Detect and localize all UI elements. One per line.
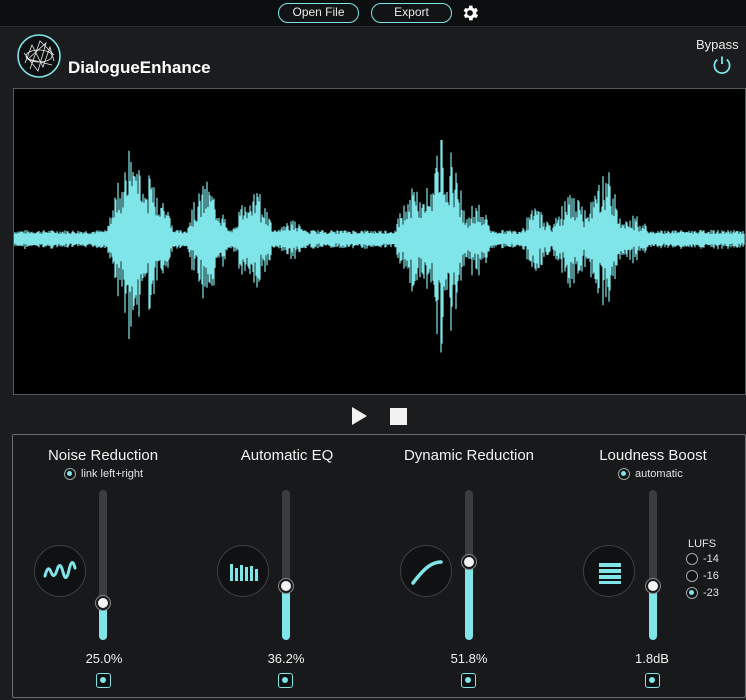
- loudness-boost-value: 1.8dB: [635, 651, 669, 666]
- logo-icon: [17, 34, 61, 78]
- dynamic-reduction-slider-fill: [465, 562, 473, 640]
- noise-reduction-value: 25.0%: [85, 651, 123, 666]
- automatic-eq-slider[interactable]: [279, 490, 293, 640]
- loudness-boost-title: Loudness Boost: [599, 447, 707, 464]
- stacked-bars-icon: [583, 545, 635, 597]
- automatic-eq-title: Automatic EQ: [240, 447, 334, 464]
- link-left-right-radio[interactable]: [64, 468, 76, 480]
- loudness-boost-enable-button[interactable]: [645, 673, 660, 688]
- automatic-eq-enable-button[interactable]: [278, 673, 293, 688]
- bypass-label: Bypass: [696, 37, 739, 52]
- power-icon[interactable]: [711, 54, 733, 76]
- noise-reduction-slider[interactable]: [96, 490, 110, 640]
- app-title: DialogueEnhance: [68, 58, 211, 77]
- dynamic-reduction-title: Dynamic Reduction: [403, 447, 535, 464]
- automatic-radio[interactable]: [618, 468, 630, 480]
- noise-reduction-enable-button[interactable]: [96, 673, 111, 688]
- loudness-boost-slider-fill: [649, 586, 657, 640]
- waveform-display[interactable]: [13, 88, 746, 395]
- lufs-title: LUFS: [688, 538, 717, 550]
- waveform-path: [13, 139, 745, 353]
- dynamic-reduction-slider[interactable]: [462, 490, 476, 640]
- loudness-boost-slider[interactable]: [646, 490, 660, 640]
- open-file-button[interactable]: Open File: [278, 3, 359, 23]
- gear-icon[interactable]: [460, 3, 480, 23]
- waveform-graphic: [13, 139, 745, 353]
- eq-bars-icon: [217, 545, 269, 597]
- automatic-label: automatic: [635, 468, 683, 480]
- automatic-eq-slider-thumb[interactable]: [279, 578, 293, 593]
- lufs-radio-16[interactable]: [686, 570, 698, 582]
- automatic-eq-slider-fill: [282, 585, 290, 640]
- automatic-eq-value: 36.2%: [267, 651, 305, 666]
- lufs-label-14: -14: [703, 553, 719, 565]
- link-left-right-label: link left+right: [81, 468, 144, 480]
- lufs-radio-14[interactable]: [686, 553, 698, 565]
- noise-reduction-title: Noise Reduction: [47, 447, 159, 464]
- noise-wave-icon: [34, 545, 86, 597]
- compression-curve-icon: [400, 545, 452, 597]
- dynamic-reduction-enable-button[interactable]: [461, 673, 476, 688]
- noise-reduction-slider-thumb[interactable]: [96, 595, 110, 610]
- loudness-boost-slider-thumb[interactable]: [646, 579, 660, 593]
- lufs-radio-23[interactable]: [686, 587, 698, 599]
- dynamic-reduction-value: 51.8%: [450, 651, 488, 666]
- export-button[interactable]: Export: [371, 3, 452, 23]
- lufs-label-23: -23: [703, 587, 719, 599]
- lufs-label-16: -16: [703, 570, 719, 582]
- stop-icon[interactable]: [390, 408, 407, 425]
- top-toolbar: Open File Export: [0, 0, 746, 27]
- play-icon[interactable]: [349, 406, 369, 426]
